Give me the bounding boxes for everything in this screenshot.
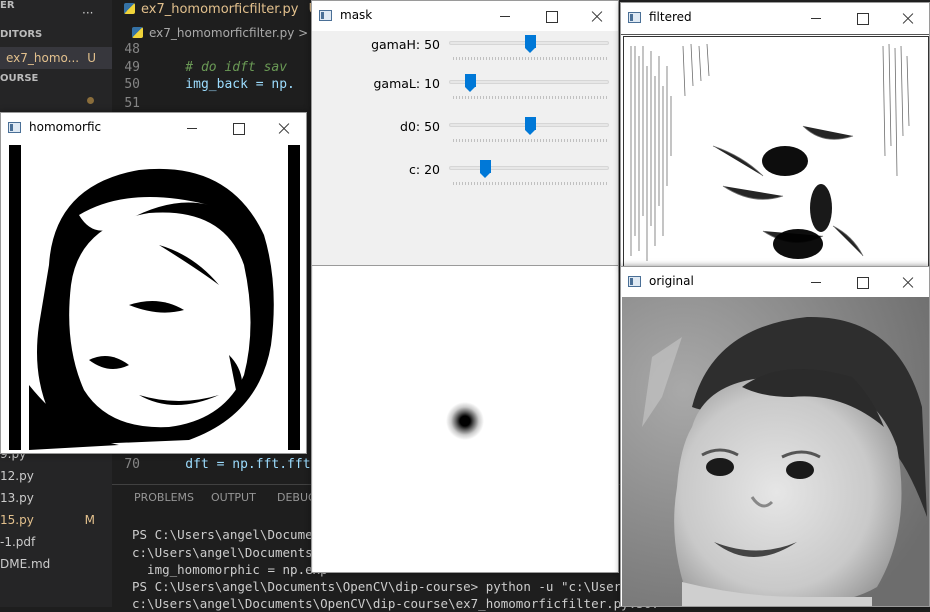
window-app-icon bbox=[319, 10, 332, 21]
trackbar-c: c: 20 bbox=[312, 158, 618, 198]
code-line: 51 bbox=[112, 94, 154, 113]
breadcrumb-path[interactable]: ex7_homomorficfilter.py > bbox=[149, 26, 308, 40]
tab-problems[interactable]: PROBLEMS bbox=[134, 491, 194, 504]
sidebar-item: ER bbox=[0, 0, 15, 17]
minimize-icon[interactable] bbox=[169, 113, 215, 143]
window-app-icon bbox=[628, 276, 641, 287]
code-text: dft = np.fft.fft2 bbox=[154, 457, 319, 472]
trackbar-label: gamaL: 10 bbox=[373, 76, 441, 91]
mask-window: mask gamaH: 50 gamaL: 10 d0: 50 c: 20 bbox=[311, 0, 619, 573]
sidebar-file-item[interactable]: 12.py bbox=[0, 465, 34, 487]
minimize-icon[interactable] bbox=[793, 267, 839, 297]
sidebar-item-label: -1.pdf bbox=[0, 535, 36, 549]
terminal-line: img_homomorphic = np.exp bbox=[132, 562, 328, 577]
sidebar-item-label: 13.py bbox=[0, 491, 34, 505]
sidebar-item-label: 12.py bbox=[0, 469, 34, 483]
trackbar-gamal: gamaL: 10 bbox=[312, 72, 618, 112]
window-title: homomorfic bbox=[29, 120, 102, 134]
divider bbox=[621, 34, 929, 35]
minimize-icon[interactable] bbox=[482, 1, 528, 31]
trackbar-thumb[interactable] bbox=[479, 160, 491, 178]
line-number: 48 bbox=[124, 42, 140, 57]
window-title: original bbox=[649, 274, 694, 288]
maximize-icon[interactable] bbox=[215, 113, 261, 143]
sidebar-item-open-file[interactable]: ex7_homo... U bbox=[0, 47, 112, 69]
homomorfic-window: homomorfic bbox=[0, 112, 307, 454]
terminal-line: c:\Users\angel\Documents\OpenCV\dip-cour… bbox=[132, 596, 659, 611]
git-status-badge: U bbox=[87, 51, 96, 65]
mask-image bbox=[313, 266, 618, 572]
terminal-line: PS C:\Users\angel\Documents\OpenCV\dip-c… bbox=[132, 579, 659, 594]
sidebar-item-label: 15.py bbox=[0, 513, 34, 527]
code-line: 48 bbox=[112, 40, 154, 59]
window-title: filtered bbox=[649, 10, 692, 24]
sidebar-item-label: ER bbox=[0, 0, 15, 11]
trackbar-ticks bbox=[453, 139, 609, 142]
trackbar-label: c: 20 bbox=[409, 162, 440, 177]
filtered-image bbox=[623, 36, 929, 267]
titlebar[interactable]: mask bbox=[312, 1, 618, 31]
window-app-icon bbox=[8, 122, 21, 133]
maximize-icon[interactable] bbox=[839, 267, 885, 297]
titlebar[interactable]: original bbox=[621, 267, 929, 297]
trackbar-gamah: gamaH: 50 bbox=[312, 33, 618, 73]
git-status-badge: M bbox=[84, 513, 95, 527]
sidebar-file-item[interactable]: 15.py M bbox=[0, 509, 112, 531]
titlebar[interactable]: filtered bbox=[621, 3, 929, 33]
original-window: original bbox=[620, 266, 930, 607]
sidebar-item-label: DME.md bbox=[0, 557, 51, 571]
line-number: 50 bbox=[124, 77, 140, 92]
line-number: 51 bbox=[124, 96, 140, 111]
minimize-icon[interactable] bbox=[793, 3, 839, 33]
filtered-window: filtered bbox=[620, 2, 930, 268]
trackbar-label: gamaH: 50 bbox=[371, 37, 440, 52]
window-app-icon bbox=[628, 12, 641, 23]
trackbar-thumb[interactable] bbox=[464, 74, 476, 92]
line-number: 70 bbox=[124, 457, 140, 472]
code-line: 50 img_back = np. bbox=[112, 75, 295, 94]
more-actions-icon[interactable]: ··· bbox=[82, 6, 93, 20]
tab-label: ex7_homomorficfilter.py bbox=[141, 2, 299, 17]
trackbar-ticks bbox=[453, 57, 609, 60]
sidebar-file-item[interactable]: -1.pdf bbox=[0, 531, 35, 553]
code-text: # do idft sav bbox=[154, 60, 288, 75]
trackbar-d0: d0: 50 bbox=[312, 115, 618, 155]
window-title: mask bbox=[340, 8, 373, 22]
sidebar-section-folder[interactable]: OURSE bbox=[0, 68, 38, 90]
trackbar-thumb[interactable] bbox=[524, 35, 536, 53]
close-icon[interactable] bbox=[885, 267, 929, 297]
python-file-icon bbox=[124, 3, 135, 14]
terminal-line: c:\Users\angel\Documents\O bbox=[132, 545, 328, 560]
tab-output[interactable]: OUTPUT bbox=[211, 491, 256, 504]
sidebar-item-label: OURSE bbox=[0, 73, 39, 84]
close-icon[interactable] bbox=[261, 113, 306, 143]
trackbar-ticks bbox=[453, 182, 609, 185]
code-text: img_back = np. bbox=[154, 77, 295, 92]
sidebar-item-label: DITORS bbox=[0, 29, 43, 40]
homomorfic-image bbox=[9, 145, 300, 450]
sidebar-item-label: ex7_homo... bbox=[6, 51, 80, 65]
sidebar-file-item[interactable]: DME.md bbox=[0, 553, 50, 575]
modified-dot-icon bbox=[87, 97, 94, 104]
maximize-icon[interactable] bbox=[528, 1, 574, 31]
original-image bbox=[622, 297, 929, 606]
close-icon[interactable] bbox=[574, 1, 618, 31]
titlebar[interactable]: homomorfic bbox=[1, 113, 306, 143]
close-icon[interactable] bbox=[885, 3, 929, 33]
trackbar-track[interactable] bbox=[449, 166, 609, 170]
trackbar-ticks bbox=[453, 96, 609, 99]
python-file-icon bbox=[132, 27, 143, 38]
sidebar-file-item[interactable]: 13.py bbox=[0, 487, 34, 509]
trackbar-label: d0: 50 bbox=[400, 119, 440, 134]
code-line: 70 dft = np.fft.fft2 bbox=[112, 455, 318, 474]
trackbar-thumb[interactable] bbox=[524, 117, 536, 135]
maximize-icon[interactable] bbox=[839, 3, 885, 33]
sidebar-section-open-editors[interactable]: DITORS bbox=[0, 24, 42, 46]
